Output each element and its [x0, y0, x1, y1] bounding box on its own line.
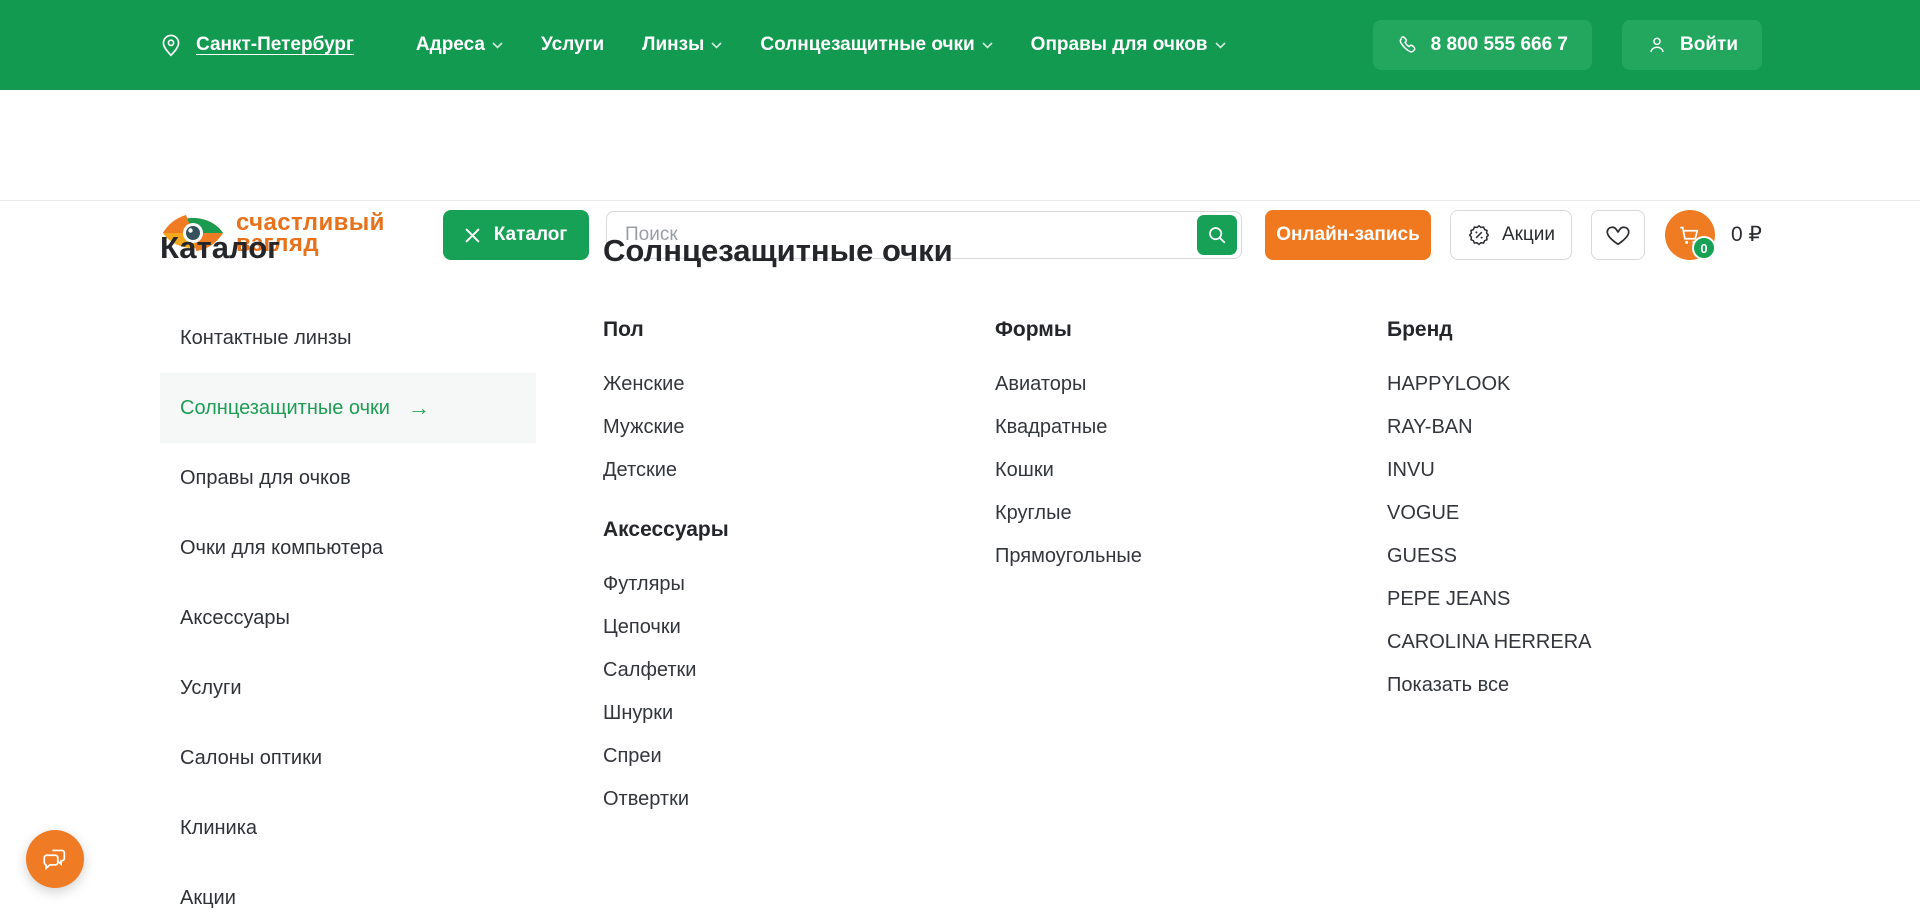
column-gender-accessories: Пол Женские Мужские Детские Аксессуары Ф… — [603, 318, 995, 830]
link-chains[interactable]: Цепочки — [603, 615, 995, 639]
login-label: Войти — [1680, 34, 1738, 56]
phone-number: 8 800 555 666 7 — [1431, 34, 1568, 56]
phone-icon — [1397, 34, 1419, 56]
link-brand-rayban[interactable]: RAY-BAN — [1387, 415, 1779, 439]
sidebar-item-promos[interactable]: Акции — [160, 863, 536, 913]
link-cords[interactable]: Шнурки — [603, 701, 995, 725]
link-kids[interactable]: Детские — [603, 458, 995, 482]
link-screwdrivers[interactable]: Отвертки — [603, 787, 995, 811]
mega-menu-columns: Пол Женские Мужские Детские Аксессуары Ф… — [603, 318, 1779, 830]
percent-badge-icon — [1467, 223, 1491, 247]
column-shapes: Формы Авиаторы Квадратные Кошки Круглые … — [995, 318, 1387, 830]
phone-button[interactable]: 8 800 555 666 7 — [1373, 20, 1592, 70]
link-cat-eye[interactable]: Кошки — [995, 458, 1387, 482]
section-heading-gender: Пол — [603, 318, 995, 342]
nav-item-services[interactable]: Услуги — [541, 34, 604, 56]
sidebar-item-clinic[interactable]: Клиника — [160, 793, 536, 863]
chevron-down-icon — [982, 42, 993, 49]
link-brand-carolina-herrera[interactable]: CAROLINA HERRERA — [1387, 630, 1779, 654]
search-button[interactable] — [1197, 215, 1237, 255]
close-icon — [465, 228, 480, 243]
chevron-down-icon — [1215, 42, 1226, 49]
link-sprays[interactable]: Спреи — [603, 744, 995, 768]
page-title: Солнцезащитные очки — [603, 233, 953, 269]
link-round[interactable]: Круглые — [995, 501, 1387, 525]
link-aviators[interactable]: Авиаторы — [995, 372, 1387, 396]
sidebar-item-accessories[interactable]: Аксессуары — [160, 583, 536, 653]
link-brand-invu[interactable]: INVU — [1387, 458, 1779, 482]
sidebar-title: Каталог — [160, 230, 280, 266]
nav-item-sunglasses[interactable]: Солнцезащитные очки — [760, 34, 992, 56]
sidebar-item-frames[interactable]: Оправы для очков — [160, 443, 536, 513]
location-pin-icon — [158, 32, 184, 58]
promos-button[interactable]: Акции — [1450, 210, 1572, 260]
link-cases[interactable]: Футляры — [603, 572, 995, 596]
city-label[interactable]: Санкт-Петербург — [196, 34, 354, 56]
heart-icon — [1605, 223, 1631, 247]
promos-label: Акции — [1502, 224, 1555, 246]
section-heading-shapes: Формы — [995, 318, 1387, 342]
link-brand-pepe-jeans[interactable]: PEPE JEANS — [1387, 587, 1779, 611]
link-show-all-brands[interactable]: Показать все — [1387, 673, 1779, 697]
chat-bubbles-icon — [40, 844, 70, 874]
link-women[interactable]: Женские — [603, 372, 995, 396]
nav-item-frames[interactable]: Оправы для очков — [1031, 34, 1226, 56]
nav-item-addresses[interactable]: Адреса — [416, 34, 503, 56]
sidebar-item-sunglasses[interactable]: Солнцезащитные очки → — [160, 373, 536, 443]
online-booking-button[interactable]: Онлайн-запись — [1265, 210, 1431, 260]
chevron-down-icon — [711, 42, 722, 49]
link-rectangular[interactable]: Прямоугольные — [995, 544, 1387, 568]
section-heading-brand: Бренд — [1387, 318, 1779, 342]
cart-count-badge: 0 — [1692, 236, 1716, 260]
cart-button[interactable]: 0 — [1665, 210, 1715, 260]
column-brands: Бренд HAPPYLOOK RAY-BAN INVU VOGUE GUESS… — [1387, 318, 1779, 830]
sidebar-item-computer-glasses[interactable]: Очки для компьютера — [160, 513, 536, 583]
search-icon — [1207, 225, 1227, 245]
sidebar-item-contact-lenses[interactable]: Контактные линзы — [160, 303, 536, 373]
cart-total: 0 ₽ — [1731, 222, 1762, 247]
login-button[interactable]: Войти — [1622, 20, 1762, 70]
user-icon — [1646, 34, 1668, 56]
top-navigation: Адреса Услуги Линзы Солнцезащитные очки … — [416, 34, 1226, 56]
section-heading-accessories: Аксессуары — [603, 518, 995, 542]
header: счастливый взгляд Каталог Онлайн-запись — [0, 90, 1920, 200]
sidebar-item-services[interactable]: Услуги — [160, 653, 536, 723]
page: Санкт-Петербург Адреса Услуги Линзы Солн… — [0, 0, 1920, 913]
link-brand-guess[interactable]: GUESS — [1387, 544, 1779, 568]
top-bar: Санкт-Петербург Адреса Услуги Линзы Солн… — [0, 0, 1920, 90]
nav-item-lenses[interactable]: Линзы — [642, 34, 722, 56]
header-divider — [0, 200, 1920, 201]
chevron-down-icon — [492, 42, 503, 49]
catalog-sidebar: Контактные линзы Солнцезащитные очки → О… — [160, 303, 536, 913]
catalog-button[interactable]: Каталог — [443, 210, 589, 260]
link-men[interactable]: Мужские — [603, 415, 995, 439]
link-brand-vogue[interactable]: VOGUE — [1387, 501, 1779, 525]
link-brand-happylook[interactable]: HAPPYLOOK — [1387, 372, 1779, 396]
chat-widget-button[interactable] — [26, 830, 84, 888]
wishlist-button[interactable] — [1591, 210, 1645, 260]
link-square[interactable]: Квадратные — [995, 415, 1387, 439]
city-selector[interactable]: Санкт-Петербург — [158, 32, 354, 58]
sidebar-item-optics-salons[interactable]: Салоны оптики — [160, 723, 536, 793]
link-cloths[interactable]: Салфетки — [603, 658, 995, 682]
arrow-right-icon: → — [408, 397, 430, 419]
catalog-button-label: Каталог — [494, 224, 568, 246]
